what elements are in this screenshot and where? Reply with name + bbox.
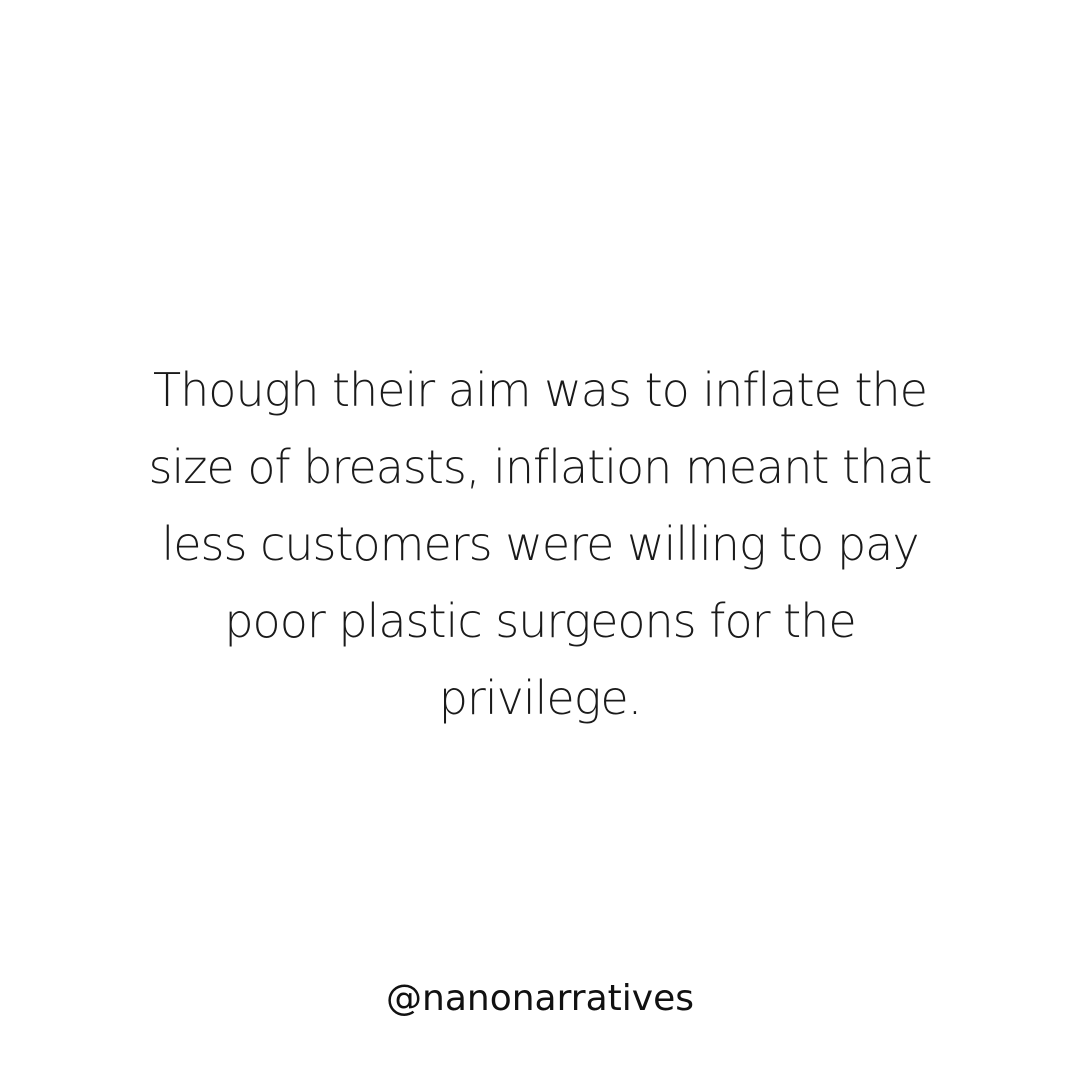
quote-line: less customers were willing to pay <box>161 517 919 571</box>
quote-line: Though their aim was to inflate the <box>153 363 928 417</box>
post-canvas: Though their aim was to inflate the size… <box>0 0 1080 1080</box>
account-handle: @nanonarratives <box>386 978 694 1019</box>
quote-line: poor plastic surgeons for the <box>224 594 856 648</box>
quote-line: size of breasts, inflation meant that <box>148 440 933 494</box>
quote-line: privilege. <box>438 671 643 725</box>
quote-text: Though their aim was to inflate the size… <box>60 352 1020 737</box>
